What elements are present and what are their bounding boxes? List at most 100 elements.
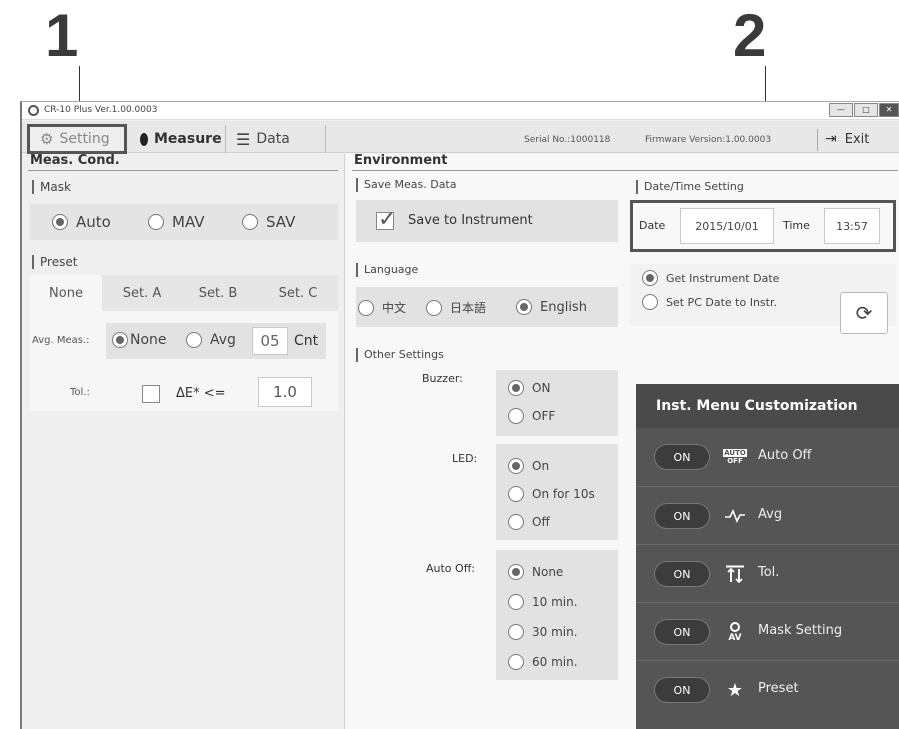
buzzer-label: Buzzer: [422,372,463,385]
avg-option-avg[interactable]: Avg [186,332,236,348]
preset-tab-set-a[interactable]: Set. A [106,275,178,311]
measure-icon [140,132,148,146]
tol-checkbox[interactable] [142,385,160,403]
radio-button [508,594,524,610]
minimize-button[interactable]: — [829,103,853,117]
customization-row-avg: ON Avg [636,486,899,544]
menu-customization-title: Inst. Menu Customization [636,384,899,428]
date-input[interactable]: 2015/10/01 [680,208,774,244]
exit-button[interactable]: ⇥ Exit [825,131,869,147]
preset-tab-set-b[interactable]: Set. B [182,275,254,311]
get-instrument-date-option[interactable]: Get Instrument Date [642,270,779,286]
radio-button [426,299,442,316]
meas-cond-title: Meas. Cond. [30,153,120,168]
save-to-instrument-label: Save to Instrument [408,213,533,228]
preset-label: Preset [32,255,77,269]
radio-button [508,458,524,474]
customization-row-mask: ON AV Mask Setting [636,602,899,660]
tab-data-label: Data [256,131,290,147]
buzzer-options: ON OFF [496,370,618,436]
star-icon: ★ [726,679,744,701]
close-button[interactable]: ✕ [879,103,899,117]
time-input[interactable]: 13:57 [824,208,880,244]
tab-setting-label: Setting [59,131,110,147]
mask-setting-label: Mask Setting [758,623,843,638]
mask-option-sav[interactable]: SAV [242,213,295,231]
app-icon [28,105,39,116]
avg-count-input[interactable]: 05 [252,327,288,355]
customization-row-preset: ON ★ Preset [636,660,899,718]
other-settings-label: Other Settings [356,348,444,362]
gear-icon: ⚙ [40,130,54,148]
app-window: CR-10 Plus Ver.1.00.0003 — □ ✕ ⚙ Setting… [20,101,899,729]
sync-button[interactable]: ⟳ [840,292,888,334]
auto-off-option-label: 30 min. [532,625,578,639]
preset-tab-none[interactable]: None [30,275,102,311]
led-option-off[interactable]: Off [508,514,550,530]
auto-off-option-60[interactable]: 60 min. [508,654,578,670]
title-bar: CR-10 Plus Ver.1.00.0003 — □ ✕ [22,102,899,120]
mask-option-label: Auto [76,213,111,231]
meas-cond-panel: Meas. Cond. Mask Auto MAV SAV Preset Non… [22,153,345,729]
radio-button [508,408,524,424]
led-option-label: Off [532,515,550,529]
tol-value-input[interactable]: 1.0 [258,377,312,407]
language-option-japanese[interactable]: 日本語 [426,299,486,316]
checkmark-icon: ✓ [378,207,397,232]
auto-off-option-10[interactable]: 10 min. [508,594,578,610]
tol-icon [724,562,746,586]
avg-label: Avg [758,507,783,522]
auto-off-label: Auto Off [758,448,812,463]
tol-toggle[interactable]: ON [654,561,710,587]
radio-button [186,332,202,348]
led-options: On On for 10s Off [496,444,618,540]
buzzer-option-on[interactable]: ON [508,380,550,396]
buzzer-option-off[interactable]: OFF [508,408,555,424]
auto-off-option-none[interactable]: None [508,564,563,580]
set-pc-date-option[interactable]: Set PC Date to Instr. [642,294,777,310]
callout-number-1: 1 [45,2,79,69]
led-option-on-10s[interactable]: On for 10s [508,486,595,502]
language-label: Language [356,263,418,277]
radio-button [508,654,524,670]
radio-button [508,380,524,396]
language-option-english[interactable]: English [516,299,587,315]
language-option-chinese[interactable]: 中文 [358,299,406,316]
tab-setting[interactable]: ⚙ Setting [27,124,127,154]
radio-button [642,294,658,310]
radio-button [52,214,68,230]
save-meas-box: ✓ Save to Instrument [356,200,618,242]
radio-button [242,214,258,230]
preset-tab-set-c[interactable]: Set. C [258,275,338,311]
mask-option-mav[interactable]: MAV [148,213,205,231]
tab-measure-label: Measure [154,131,222,147]
language-options: 中文 日本語 English [356,287,618,327]
save-to-instrument-checkbox[interactable]: ✓ [376,207,396,232]
exit-icon: ⇥ [825,131,837,147]
mask-setting-icon: AV [724,620,746,644]
led-option-on[interactable]: On [508,458,549,474]
environment-title: Environment [354,153,448,168]
auto-off-toggle[interactable]: ON [654,444,710,470]
datetime-label: Date/Time Setting [636,180,744,194]
avg-toggle[interactable]: ON [654,503,710,529]
auto-off-option-label: None [532,565,564,579]
date-label: Date [639,219,666,232]
tol-label: Tol. [758,565,780,580]
auto-off-option-30[interactable]: 30 min. [508,624,578,640]
serial-number: Serial No.:1000118 [524,135,611,145]
auto-off-option-label: 60 min. [532,655,578,669]
avg-option-none[interactable]: None [112,332,167,348]
tab-data[interactable]: ☰ Data [226,125,326,153]
maximize-button[interactable]: □ [854,103,878,117]
mask-option-auto[interactable]: Auto [52,213,111,231]
avg-meas-label: Avg. Meas.: [32,335,90,346]
language-option-label: English [540,299,587,315]
tab-measure[interactable]: Measure [130,125,226,153]
radio-button [508,486,524,502]
menu-customization-panel: Inst. Menu Customization ON AUTO OFF Auto… [636,384,899,729]
preset-toggle[interactable]: ON [654,677,710,703]
mask-setting-toggle[interactable]: ON [654,619,710,645]
radio-button [112,332,128,348]
led-option-label: On [532,459,550,473]
